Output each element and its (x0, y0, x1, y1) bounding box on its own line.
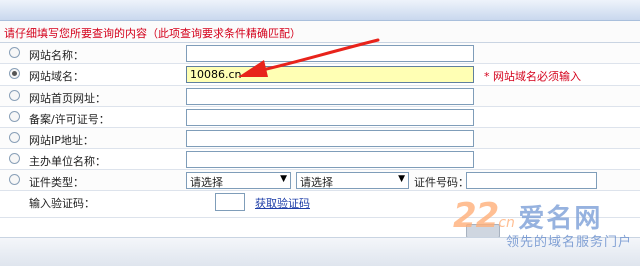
organizer-input[interactable] (186, 151, 474, 168)
query-notice-text: 请仔细填写您所要查询的内容（此项查询要求条件精确匹配） (4, 27, 301, 40)
radio-domain[interactable] (9, 68, 20, 79)
query-notice-bar: 请仔细填写您所要查询的内容（此项查询要求条件精确匹配） (0, 21, 640, 43)
label-captcha: 输入验证码： (29, 197, 95, 210)
label-license-number: 备案/许可证号： (29, 113, 110, 126)
row-site-name: 网站名称： (0, 43, 640, 64)
watermark-slogan: 领先的域名服务门户 (506, 235, 633, 250)
top-header-bar (0, 0, 640, 21)
row-license-number: 备案/许可证号： (0, 107, 640, 128)
radio-site-name[interactable] (9, 47, 20, 58)
site-name-input[interactable] (186, 45, 474, 62)
label-cert-number: 证件号码： (414, 176, 469, 189)
watermark-tld: cn (498, 215, 515, 231)
label-domain: 网站域名： (29, 70, 84, 83)
label-organizer: 主办单位名称： (29, 155, 106, 168)
cert-number-input[interactable] (466, 172, 597, 189)
watermark-name: 爱名网 (518, 204, 603, 234)
cert-subtype-select[interactable]: 请选择 ▼ (296, 172, 409, 189)
watermark-number: 22 (453, 196, 499, 236)
row-domain: 网站域名： 10086.cn * 网站域名必须输入 (0, 64, 640, 86)
domain-input[interactable]: 10086.cn (186, 66, 474, 83)
row-homepage-url: 网站首页网址： (0, 86, 640, 107)
label-cert-type: 证件类型： (29, 176, 84, 189)
radio-license-number[interactable] (9, 111, 20, 122)
license-number-input[interactable] (186, 109, 474, 126)
row-site-ip: 网站IP地址： (0, 128, 640, 149)
cert-type-select-value: 请选择 (190, 176, 223, 189)
cert-type-select[interactable]: 请选择 ▼ (186, 172, 291, 189)
radio-organizer[interactable] (9, 153, 20, 164)
dropdown-arrow-icon: ▼ (280, 174, 287, 184)
radio-site-ip[interactable] (9, 132, 20, 143)
radio-homepage-url[interactable] (9, 90, 20, 101)
label-site-ip: 网站IP地址： (29, 134, 94, 147)
cert-subtype-select-value: 请选择 (300, 176, 333, 189)
captcha-input[interactable] (215, 193, 245, 211)
domain-required-note: * 网站域名必须输入 (484, 70, 581, 83)
row-cert-type: 证件类型： 请选择 ▼ 请选择 ▼ 证件号码： (0, 170, 640, 191)
radio-cert-type[interactable] (9, 174, 20, 185)
watermark-logo: 22cn 爱名网 (453, 196, 602, 236)
site-ip-input[interactable] (186, 130, 474, 147)
row-organizer: 主办单位名称： (0, 149, 640, 170)
dropdown-arrow-icon: ▼ (398, 174, 405, 184)
label-homepage-url: 网站首页网址： (29, 92, 106, 105)
get-captcha-link[interactable]: 获取验证码 (255, 195, 310, 211)
label-site-name: 网站名称： (29, 49, 84, 62)
homepage-url-input[interactable] (186, 88, 474, 105)
